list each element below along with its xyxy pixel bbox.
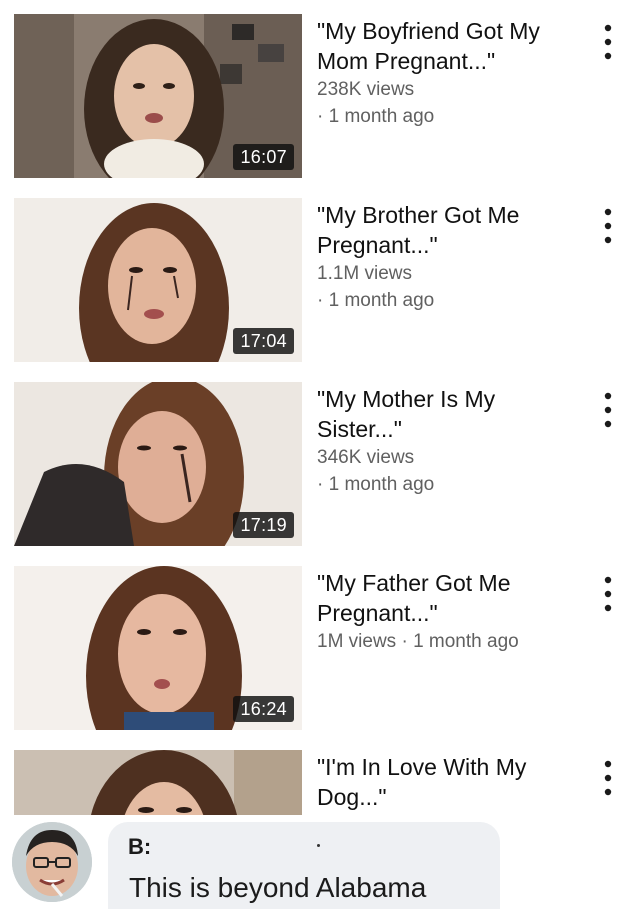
video-views: 238K views	[317, 79, 415, 100]
more-options-button[interactable]	[596, 206, 620, 246]
video-meta: "My Brother Got Me Pregnant..." 1.1M vie…	[317, 200, 579, 314]
thumbnail-image	[14, 750, 302, 815]
video-meta: "I'm In Love With My Dog..."	[317, 752, 579, 812]
video-duration: 16:07	[233, 144, 294, 170]
video-thumbnail[interactable]: 17:04	[14, 198, 302, 362]
video-title[interactable]: "My Brother Got Me Pregnant..."	[317, 200, 579, 260]
video-meta: "My Mother Is My Sister..." 346K views ·…	[317, 384, 579, 498]
more-vert-icon	[604, 760, 612, 796]
video-age: · 1 month ago	[317, 474, 435, 495]
video-duration: 16:24	[233, 696, 294, 722]
more-vert-icon	[604, 24, 612, 60]
more-options-button[interactable]	[596, 22, 620, 62]
video-title[interactable]: "My Boyfriend Got My Mom Pregnant..."	[317, 16, 579, 76]
more-options-button[interactable]	[596, 390, 620, 430]
video-list: 16:07 "My Boyfriend Got My Mom Pregnant.…	[0, 0, 640, 815]
comment-author[interactable]: B:	[128, 834, 151, 860]
video-title[interactable]: "My Mother Is My Sister..."	[317, 384, 579, 444]
more-options-button[interactable]	[596, 574, 620, 614]
video-item[interactable]: "I'm In Love With My Dog..."	[0, 736, 640, 815]
video-views: 346K views	[317, 447, 415, 468]
video-views: 1.1M views	[317, 263, 413, 284]
video-duration: 17:04	[233, 328, 294, 354]
comment-text: This is beyond Alabama	[129, 872, 427, 903]
video-age: · 1 month ago	[317, 106, 435, 127]
commenter-avatar-image	[12, 822, 92, 902]
more-options-button[interactable]	[596, 758, 620, 798]
video-item[interactable]: 17:04 "My Brother Got Me Pregnant..." 1.…	[0, 184, 640, 367]
decorative-dot	[317, 844, 320, 847]
video-title[interactable]: "I'm In Love With My Dog..."	[317, 752, 579, 812]
video-thumbnail[interactable]: 17:19	[14, 382, 302, 546]
more-vert-icon	[604, 576, 612, 612]
video-item[interactable]: 16:24 "My Father Got Me Pregnant..." 1M …	[0, 552, 640, 735]
video-duration: 17:19	[233, 512, 294, 538]
video-age: · 1 month ago	[317, 290, 435, 311]
video-thumbnail[interactable]: 16:24	[14, 566, 302, 730]
avatar[interactable]	[12, 822, 92, 902]
more-vert-icon	[604, 392, 612, 428]
video-views-age: 1M views · 1 month ago	[317, 631, 519, 652]
video-meta: "My Father Got Me Pregnant..." 1M views …	[317, 568, 579, 655]
more-vert-icon	[604, 208, 612, 244]
video-thumbnail[interactable]	[14, 750, 302, 815]
video-item[interactable]: 17:19 "My Mother Is My Sister..." 346K v…	[0, 368, 640, 551]
redaction	[150, 836, 312, 858]
video-title[interactable]: "My Father Got Me Pregnant..."	[317, 568, 579, 628]
video-item[interactable]: 16:07 "My Boyfriend Got My Mom Pregnant.…	[0, 0, 640, 183]
video-thumbnail[interactable]: 16:07	[14, 14, 302, 178]
video-meta: "My Boyfriend Got My Mom Pregnant..." 23…	[317, 16, 579, 130]
